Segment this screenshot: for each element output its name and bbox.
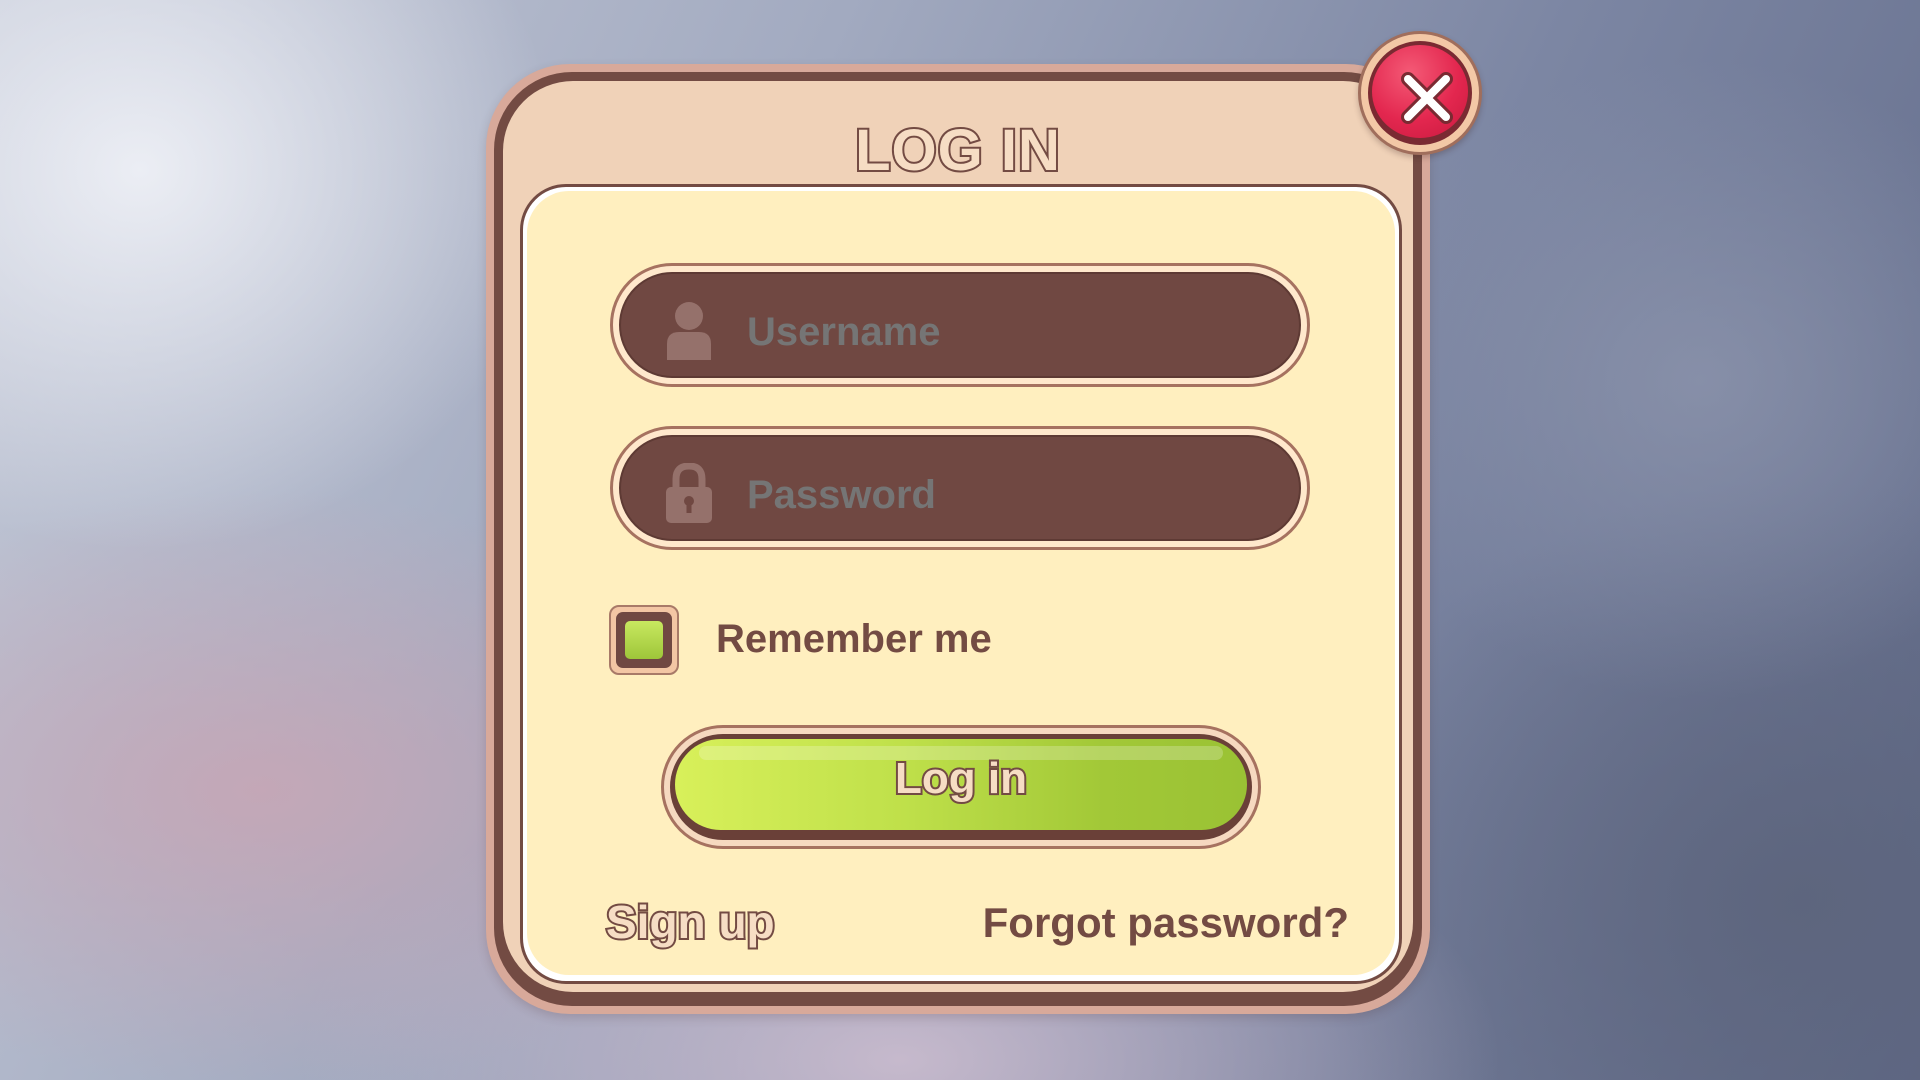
login-button[interactable]: Log in [661, 725, 1261, 849]
username-field[interactable] [610, 263, 1310, 387]
remember-me-label[interactable]: Remember me [716, 615, 992, 663]
sign-up-link[interactable]: Sign up [604, 894, 777, 950]
close-button[interactable] [1358, 31, 1482, 155]
checkbox-checked-fill [625, 621, 663, 659]
close-button-fill [1372, 45, 1468, 138]
username-input[interactable] [745, 308, 1269, 356]
checkbox-frame [616, 612, 672, 668]
close-icon [1401, 72, 1453, 124]
close-button-frame [1368, 41, 1472, 145]
password-input[interactable] [745, 471, 1269, 519]
dialog-title: LOG IN [853, 116, 1062, 185]
password-field[interactable] [610, 426, 1310, 550]
lock-icon [666, 463, 712, 523]
password-field-inner [619, 435, 1301, 541]
username-field-inner [619, 272, 1301, 378]
user-icon [667, 302, 711, 360]
login-button-label: Log in [893, 752, 1029, 805]
forgot-password-link[interactable]: Forgot password? [983, 899, 1349, 947]
remember-me-checkbox[interactable] [609, 605, 679, 675]
